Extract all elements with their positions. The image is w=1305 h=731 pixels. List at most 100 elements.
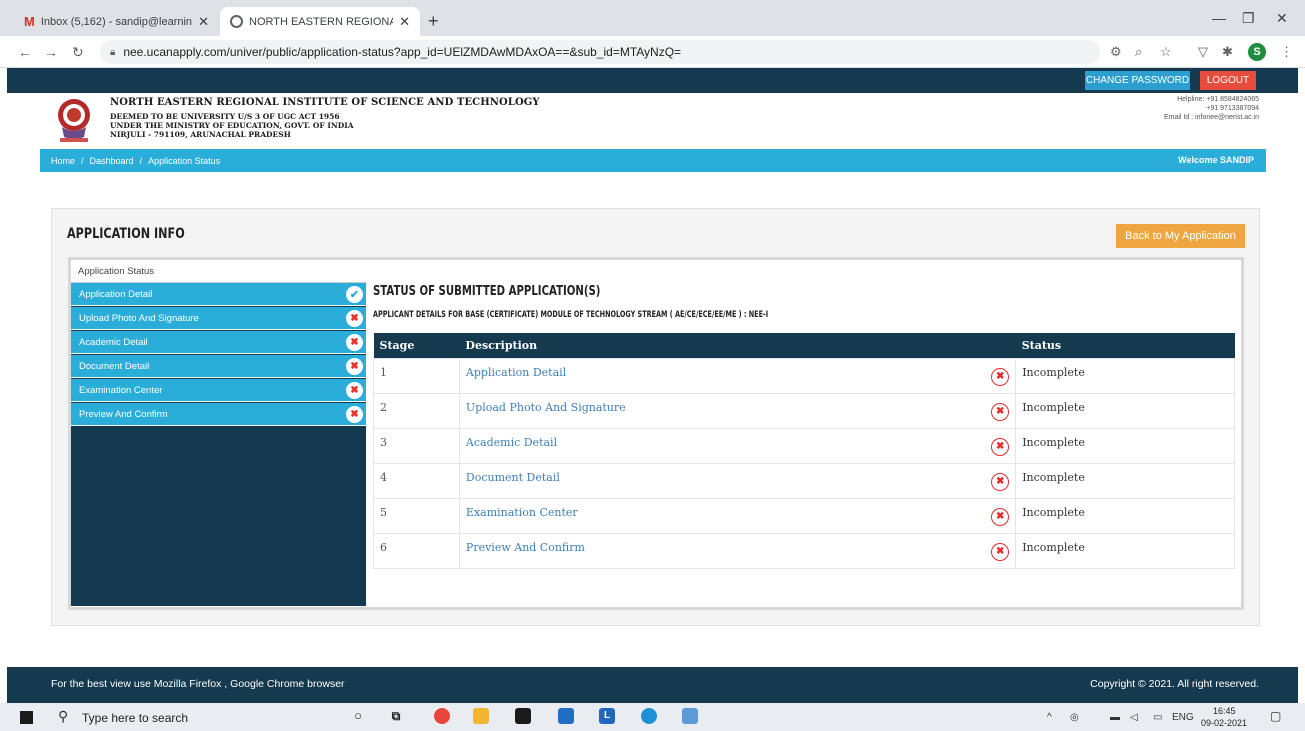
network-icon[interactable]: ◎ (1070, 712, 1079, 723)
stage-link[interactable]: Application Detail (466, 366, 566, 379)
sidebar-item-label: Application Detail (79, 288, 153, 300)
stage-link[interactable]: Academic Detail (466, 436, 557, 449)
welcome-text: Welcome SANDIP (1178, 155, 1254, 165)
sidebar-item-examination-center[interactable]: Examination Center ✖ (71, 379, 366, 402)
status-container: Application Status Application Detail ✔ … (68, 257, 1244, 610)
table-row: 5 Examination Center ✖ Incomplete (373, 497, 1235, 534)
close-icon[interactable]: ✕ (198, 14, 209, 30)
new-tab-icon[interactable]: + (428, 12, 439, 30)
table-header-row: Stage Description Status (373, 333, 1235, 358)
incomplete-icon: ✖ (991, 542, 1010, 561)
battery-icon[interactable]: ▬ (1110, 712, 1120, 723)
back-to-application-button[interactable]: Back to My Application (1116, 224, 1245, 248)
helpline-1: Helpline: +91 8584824065 (1177, 96, 1259, 103)
file-explorer-icon[interactable] (473, 708, 489, 724)
stage-link[interactable]: Document Detail (466, 471, 560, 484)
stage-description-cell: Application Detail ✖ (458, 357, 1017, 394)
stage-description-cell: Academic Detail ✖ (458, 427, 1017, 464)
stage-link[interactable]: Upload Photo And Signature (466, 401, 626, 414)
sidebar-item-academic-detail[interactable]: Academic Detail ✖ (71, 331, 366, 354)
chat-icon[interactable]: ▭ (1153, 712, 1162, 723)
institute-logo (58, 99, 90, 142)
browser-tab-gmail[interactable]: M Inbox (5,162) - sandip@learning ✕ (14, 7, 219, 36)
browser-tab-nerist[interactable]: NORTH EASTERN REGIONAL INS ✕ (220, 7, 420, 36)
sidebar-item-label: Document Detail (79, 360, 150, 372)
change-password-button[interactable]: CHANGE PASSWORD (1085, 71, 1190, 90)
column-header-stage: Stage (373, 333, 460, 358)
content-title: STATUS OF SUBMITTED APPLICATION(S) (373, 284, 601, 299)
globe-icon (230, 15, 243, 28)
edge-icon[interactable] (641, 708, 657, 724)
tray-chevron-icon[interactable]: ^ (1047, 712, 1052, 723)
app-icon[interactable] (682, 708, 698, 724)
stage-description-cell: Upload Photo And Signature ✖ (458, 392, 1017, 429)
stage-number: 5 (373, 497, 460, 534)
table-row: 2 Upload Photo And Signature ✖ Incomplete (373, 392, 1235, 429)
notifications-icon[interactable]: ▢ (1270, 709, 1281, 723)
application-info-panel: APPLICATION INFO Back to My Application … (51, 208, 1260, 626)
window-close-icon[interactable]: ✕ (1276, 10, 1288, 27)
forward-arrow-icon[interactable]: → (44, 44, 58, 60)
task-view-icon[interactable]: ⧉ (388, 708, 404, 724)
sidebar-item-application-detail[interactable]: Application Detail ✔ (71, 283, 366, 306)
column-header-status: Status (1015, 333, 1235, 358)
incomplete-icon: ✖ (991, 437, 1010, 456)
stage-status: Incomplete (1015, 532, 1235, 569)
extensions-icon[interactable]: ✱ (1222, 44, 1233, 60)
contact-email: Email Id : infonee@nerist.ac.in (1163, 114, 1259, 121)
close-icon[interactable]: ✕ (399, 14, 410, 30)
clock-time[interactable]: 16:45 (1213, 706, 1236, 716)
stage-number: 1 (373, 357, 460, 394)
chrome-icon[interactable] (434, 708, 450, 724)
volume-icon[interactable]: ◁ (1130, 712, 1138, 723)
minimize-icon[interactable]: — (1212, 10, 1226, 26)
taskbar-search-input[interactable]: Type here to search (82, 711, 188, 725)
sidebar-heading: Application Status (78, 266, 155, 277)
mail-icon[interactable] (558, 708, 574, 724)
incomplete-icon: ✖ (991, 402, 1010, 421)
sidebar-item-label: Academic Detail (79, 336, 148, 348)
stage-status: Incomplete (1015, 497, 1235, 534)
cortana-icon[interactable]: ○ (350, 708, 366, 724)
page-title: APPLICATION INFO (67, 226, 185, 242)
cross-icon: ✖ (346, 406, 363, 423)
breadcrumb-separator: / (139, 155, 143, 166)
profile-avatar[interactable]: S (1248, 43, 1266, 61)
logout-button[interactable]: LOGOUT (1200, 71, 1256, 90)
browser-recommendation: For the best view use Mozilla Firefox , … (51, 678, 345, 690)
breadcrumb-home[interactable]: Home (51, 156, 75, 166)
restore-icon[interactable]: ❐ (1242, 10, 1255, 27)
breadcrumb-dashboard[interactable]: Dashboard (90, 156, 134, 166)
stage-status: Incomplete (1015, 427, 1235, 464)
app-l-icon[interactable]: L (599, 708, 615, 724)
bookmark-star-icon[interactable]: ☆ (1160, 44, 1172, 60)
menu-kebab-icon[interactable]: ⋮ (1280, 44, 1293, 60)
cross-icon: ✖ (346, 334, 363, 351)
windows-start-icon[interactable] (20, 711, 33, 724)
sidebar-item-upload-photo[interactable]: Upload Photo And Signature ✖ (71, 307, 366, 330)
clock-date[interactable]: 09-02-2021 (1201, 718, 1247, 728)
reload-icon[interactable]: ↻ (72, 44, 84, 61)
helpline-2: +91 9713387094 (1206, 105, 1259, 112)
breadcrumb-separator: / (81, 155, 84, 166)
stage-link[interactable]: Preview And Confirm (466, 541, 585, 554)
table-row: 6 Preview And Confirm ✖ Incomplete (373, 532, 1235, 569)
sidebar-item-document-detail[interactable]: Document Detail ✖ (71, 355, 366, 378)
stage-link[interactable]: Examination Center (466, 506, 578, 519)
pocket-icon[interactable]: ▽ (1198, 44, 1208, 60)
tab-title: Inbox (5,162) - sandip@learning (40, 15, 193, 28)
store-icon[interactable] (515, 708, 531, 724)
translate-icon[interactable]: ⚙ (1110, 44, 1122, 60)
language-indicator[interactable]: ENG (1172, 712, 1194, 723)
tab-title: NORTH EASTERN REGIONAL INS (249, 15, 394, 28)
cross-icon: ✖ (346, 358, 363, 375)
sidebar-item-preview-confirm[interactable]: Preview And Confirm ✖ (71, 403, 366, 426)
address-bar[interactable]: 🔒︎ nee.ucanapply.com/univer/public/appli… (100, 40, 1100, 64)
back-arrow-icon[interactable]: ← (18, 44, 32, 60)
site-footer: For the best view use Mozilla Firefox , … (7, 667, 1298, 703)
gmail-icon: M (24, 14, 35, 29)
zoom-icon[interactable]: ⌕ (1135, 44, 1142, 60)
institute-line-1: DEEMED TO BE UNIVERSITY U/S 3 OF UGC ACT… (110, 112, 340, 121)
institute-name: NORTH EASTERN REGIONAL INSTITUTE OF SCIE… (110, 97, 540, 108)
stage-description-cell: Examination Center ✖ (458, 497, 1017, 534)
